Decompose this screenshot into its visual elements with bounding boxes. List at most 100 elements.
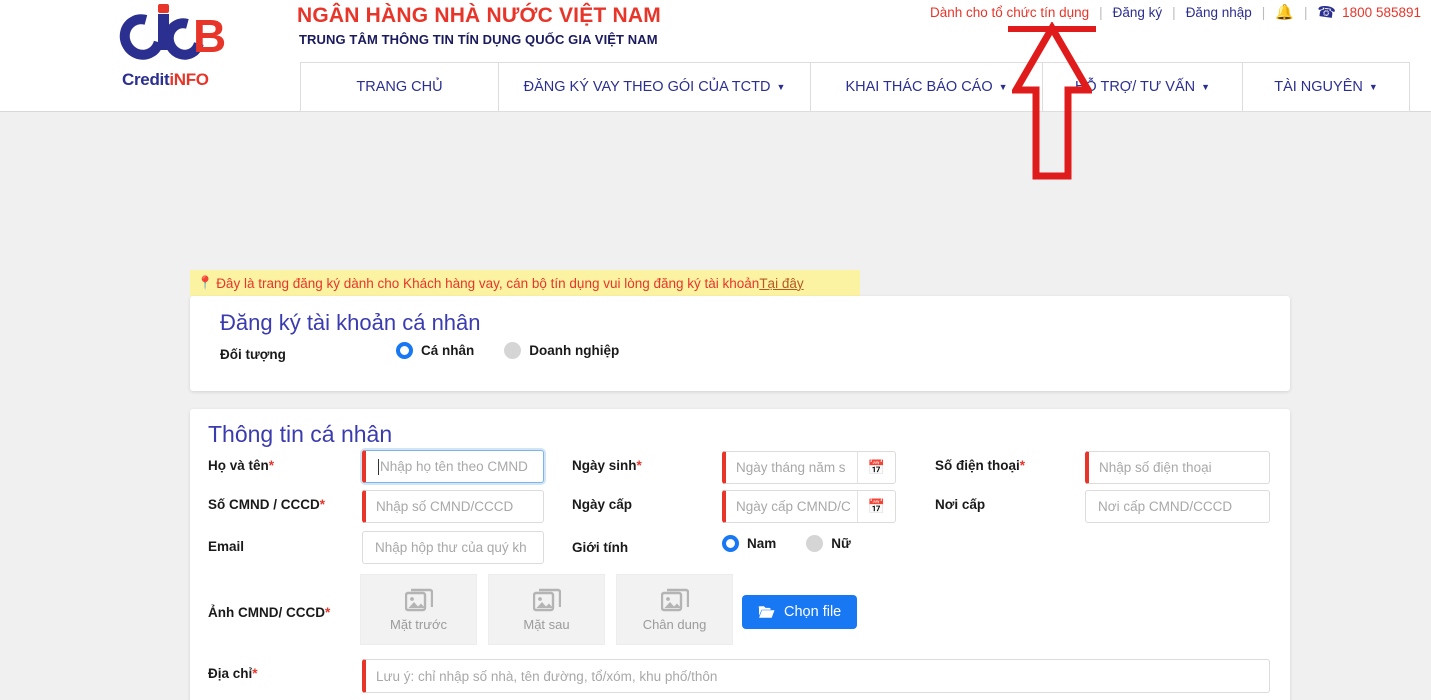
nav-item-label: TÀI NGUYÊN [1274,79,1363,95]
utility-nav: Dành cho tổ chức tín dụng | Đăng ký | Đă… [930,2,1421,23]
radio-label-nam[interactable]: Nam [747,536,776,551]
logo-mark: B [111,4,233,68]
input-noi-cap[interactable]: Nơi cấp CMND/CCCD [1085,490,1270,523]
nav-item-label: ĐĂNG KÝ VAY THEO GÓI CỦA TCTD [523,79,771,95]
notice-link-tai-day[interactable]: Tại đây [759,276,803,291]
input-ngay-sinh[interactable]: Ngày tháng năm s 📅 [722,451,896,484]
input-dia-chi[interactable]: Lưu ý: chỉ nhập số nhà, tên đường, tổ/xó… [362,659,1270,693]
chevron-down-icon: ▼ [1201,82,1211,92]
folder-icon [758,606,775,618]
nav-separator: | [1261,4,1266,20]
input-so-cmnd[interactable]: Nhập số CMND/CCCD [362,490,544,523]
bank-title: NGÂN HÀNG NHÀ NƯỚC VIỆT NAM [297,4,661,27]
logo-wordmark: CreditiNFO [122,70,209,90]
required-marker: * [268,458,275,473]
image-placeholder-icon [532,588,561,611]
logo-wordmark-credit: Credit [122,70,170,89]
label-noi-cap: Nơi cấp [935,497,986,512]
bank-subtitle: TRUNG TÂM THÔNG TIN TÍN DỤNG QUỐC GIA VI… [299,32,658,47]
input-placeholder: Nhập số CMND/CCCD [376,499,514,514]
personal-info-card: Thông tin cá nhân Họ và tên* Nhập họ tên… [190,409,1290,700]
account-type-card: Đăng ký tài khoản cá nhân Đối tượng Cá n… [190,296,1290,391]
label-so-cmnd: Số CMND / CCCD* [208,497,325,512]
required-marker: * [636,458,642,473]
label-gioi-tinh: Giới tính [572,540,629,555]
choose-file-button[interactable]: Chọn file [742,595,858,629]
input-placeholder: Nhập hộp thư của quý kh [375,540,527,555]
nav-for-institutions[interactable]: Dành cho tổ chức tín dụng [930,5,1089,20]
label-ho-va-ten: Họ và tên* [208,458,274,473]
label-ngay-cap: Ngày cấp [572,497,633,512]
image-placeholder-icon [660,588,689,611]
section-title-thong-tin-ca-nhan: Thông tin cá nhân [208,421,393,447]
chevron-down-icon: ▼ [1368,82,1378,92]
nav-register[interactable]: Đăng ký [1113,5,1163,20]
required-marker: * [325,605,331,620]
required-marker: * [319,497,326,512]
input-placeholder: Lưu ý: chỉ nhập số nhà, tên đường, tổ/xó… [376,668,718,684]
main-navigation: TRANG CHỦ ĐĂNG KÝ VAY THEO GÓI CỦA TCTD … [300,62,1410,112]
label-text: Địa chỉ [208,666,253,681]
logo-letter-b: B [193,10,227,62]
page-body: 📍 Đây là trang đăng ký dành cho Khách hà… [0,112,1431,700]
nav-item-ho-tro-tu-van[interactable]: HỖ TRỢ/ TƯ VẤN ▼ [1043,63,1243,111]
notice-text: Đây là trang đăng ký dành cho Khách hàng… [216,275,760,291]
upload-tile-chan-dung[interactable]: Chân dung [616,574,733,645]
cic-logo[interactable]: B CreditiNFO [111,4,233,90]
hotline-group[interactable]: ☎ 1800 585891 [1316,2,1421,23]
calendar-icon[interactable]: 📅 [857,452,895,483]
label-doi-tuong: Đối tượng [220,347,286,362]
pin-icon: 📍 [197,275,214,290]
radio-label-ca-nhan[interactable]: Cá nhân [421,343,474,358]
input-ngay-cap[interactable]: Ngày cấp CMND/C 📅 [722,490,896,523]
input-placeholder: Ngày tháng năm s [736,460,846,475]
radio-label-nu[interactable]: Nữ [831,536,851,551]
text-cursor [378,458,379,475]
radio-label-doanh-nghiep[interactable]: Doanh nghiệp [529,343,619,358]
label-text: Ảnh CMND/ CCCD [208,605,325,620]
chevron-down-icon: ▼ [998,82,1008,92]
label-ngay-sinh: Ngày sinh* [572,458,642,473]
input-placeholder: Nhập họ tên theo CMND [380,459,528,474]
label-text: Ngày sinh [572,458,637,473]
registration-notice-banner: 📍 Đây là trang đăng ký dành cho Khách hà… [190,270,860,296]
radio-nam[interactable] [722,535,739,552]
nav-item-label: HỖ TRỢ/ TƯ VẤN [1074,79,1196,95]
upload-tile-mat-truoc[interactable]: Mặt trước [360,574,477,645]
bell-icon[interactable]: 🔔 [1275,3,1294,21]
nav-separator: | [1172,4,1176,20]
phone-icon: ☎ [1316,2,1338,23]
input-ho-va-ten[interactable]: Nhập họ tên theo CMND [362,450,544,483]
label-text: Số điện thoại [935,458,1020,473]
radio-doanh-nghiep[interactable] [504,342,522,359]
upload-tile-mat-sau[interactable]: Mặt sau [488,574,605,645]
site-header: B CreditiNFO NGÂN HÀNG NHÀ NƯỚC VIỆT NAM… [0,0,1431,112]
choose-file-label: Chọn file [784,604,842,620]
radio-ca-nhan[interactable] [396,342,413,359]
upload-tile-caption: Mặt trước [390,616,447,632]
input-placeholder: Nhập số điện thoại [1099,460,1212,475]
upload-tile-caption: Mặt sau [523,616,570,632]
label-so-dien-thoai: Số điện thoại* [935,458,1025,473]
nav-separator: | [1099,4,1103,20]
label-text: Số CMND / CCCD [208,497,320,512]
label-text: Họ và tên [208,458,269,473]
label-email: Email [208,539,245,554]
nav-login[interactable]: Đăng nhập [1186,5,1252,20]
nav-item-trang-chu[interactable]: TRANG CHỦ [301,63,499,111]
required-marker: * [1019,458,1026,473]
radio-group-doi-tuong: Cá nhân Doanh nghiệp [396,342,619,359]
radio-nu[interactable] [806,535,824,552]
input-email[interactable]: Nhập hộp thư của quý kh [362,531,544,564]
nav-item-label: KHAI THÁC BÁO CÁO [845,79,993,95]
nav-item-dang-ky-vay[interactable]: ĐĂNG KÝ VAY THEO GÓI CỦA TCTD ▼ [499,63,811,111]
chevron-down-icon: ▼ [776,82,786,92]
nav-item-tai-nguyen[interactable]: TÀI NGUYÊN ▼ [1243,63,1409,111]
hotline-number: 1800 585891 [1342,4,1421,20]
upload-tile-caption: Chân dung [642,616,707,632]
nav-item-khai-thac-bao-cao[interactable]: KHAI THÁC BÁO CÁO ▼ [811,63,1043,111]
label-dia-chi: Địa chỉ* [208,666,258,681]
input-so-dien-thoai[interactable]: Nhập số điện thoại [1085,451,1270,484]
calendar-icon[interactable]: 📅 [857,491,895,522]
nav-item-label: TRANG CHỦ [356,79,443,95]
